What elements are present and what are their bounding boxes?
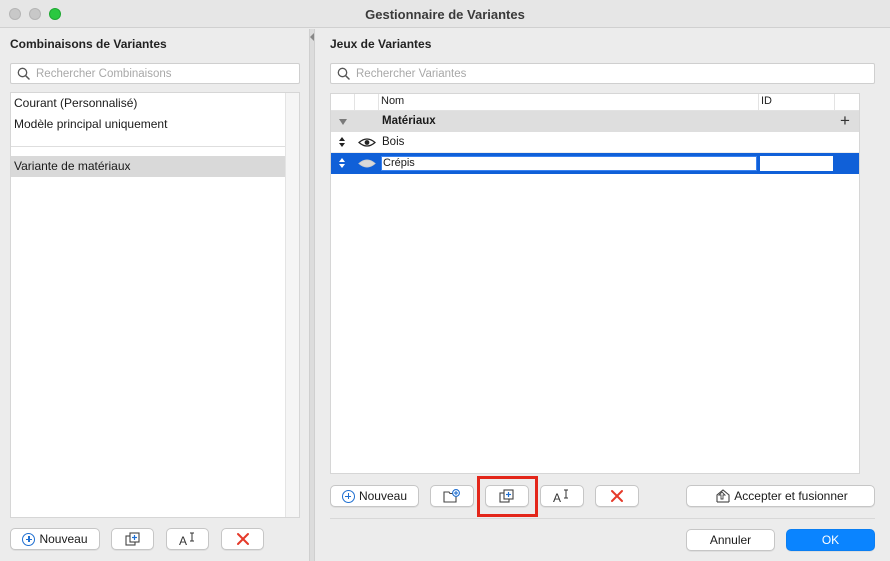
collapse-arrow-icon[interactable] — [310, 33, 314, 41]
delete-variant-button[interactable] — [595, 485, 639, 507]
rename-variant-button[interactable]: A — [540, 485, 584, 507]
eye-icon[interactable] — [358, 137, 376, 148]
eye-hidden-icon[interactable] — [358, 158, 376, 169]
plus-circle-icon — [341, 489, 355, 503]
accept-merge-label: Accepter et fusionner — [734, 489, 848, 503]
svg-text:A: A — [179, 534, 187, 547]
delete-combination-button[interactable] — [221, 528, 264, 550]
column-divider — [758, 94, 759, 110]
variant-sets-table: Nom ID Matériaux + Bois Crépis — [330, 93, 860, 474]
highlight-box — [477, 476, 538, 517]
ok-label: OK — [821, 533, 840, 547]
cancel-label: Annuler — [709, 533, 752, 547]
footer-divider — [330, 518, 875, 519]
window-title: Gestionnaire de Variantes — [365, 7, 525, 22]
combinations-title: Combinaisons de Variantes — [10, 37, 167, 51]
combinations-list: Courant (Personnalisé) Modèle principal … — [10, 92, 300, 518]
group-label: Matériaux — [382, 115, 436, 127]
variant-name-edit-field[interactable]: Crépis — [381, 156, 757, 171]
column-header-name[interactable]: Nom — [381, 95, 404, 107]
variant-sets-title: Jeux de Variantes — [330, 37, 432, 51]
variant-row-crepis[interactable]: Crépis — [331, 153, 859, 174]
duplicate-icon — [124, 531, 140, 546]
group-row-materials[interactable]: Matériaux + — [331, 111, 859, 132]
search-icon — [17, 67, 30, 80]
table-header: Nom ID — [331, 94, 859, 111]
rename-icon: A — [179, 532, 194, 547]
combinations-search-input[interactable] — [36, 66, 295, 81]
new-variant-label: Nouveau — [358, 489, 408, 503]
add-variant-icon[interactable]: + — [840, 112, 850, 129]
plus-circle-icon — [22, 532, 36, 546]
variant-sets-search[interactable] — [330, 63, 875, 84]
new-combination-label: Nouveau — [39, 532, 88, 546]
sort-arrows-icon[interactable] — [338, 136, 346, 148]
rename-combination-button[interactable]: A — [166, 528, 209, 550]
sort-arrows-icon[interactable] — [338, 157, 346, 169]
variant-label: Bois — [382, 136, 405, 148]
list-divider — [11, 146, 287, 147]
column-header-id[interactable]: ID — [761, 95, 772, 107]
accept-merge-button[interactable]: Accepter et fusionner — [686, 485, 875, 507]
column-divider — [834, 94, 835, 110]
delete-icon — [611, 490, 623, 502]
variant-row-bois[interactable]: Bois — [331, 132, 859, 153]
combination-item-current[interactable]: Courant (Personnalisé) — [11, 93, 287, 114]
combinations-scrollbar[interactable] — [285, 93, 299, 517]
combination-item-materials[interactable]: Variante de matériaux — [11, 156, 287, 177]
variant-id-edit-field[interactable] — [760, 156, 833, 171]
new-combination-button[interactable]: Nouveau — [10, 528, 100, 550]
disclosure-triangle-icon[interactable] — [339, 119, 347, 125]
column-divider — [354, 94, 355, 110]
title-bar: Gestionnaire de Variantes — [0, 0, 890, 28]
search-icon — [337, 67, 350, 80]
new-folder-icon — [443, 488, 460, 503]
new-variant-button[interactable]: Nouveau — [330, 485, 419, 507]
cancel-button[interactable]: Annuler — [686, 529, 775, 551]
svg-text:A: A — [553, 491, 561, 504]
rename-icon: A — [553, 489, 568, 504]
combination-item-main-model[interactable]: Modèle principal uniquement — [11, 114, 287, 135]
ok-button[interactable]: OK — [786, 529, 875, 551]
column-divider — [378, 94, 379, 110]
duplicate-combination-button[interactable] — [111, 528, 154, 550]
variant-sets-search-input[interactable] — [356, 66, 870, 81]
new-set-button[interactable] — [430, 485, 474, 507]
delete-icon — [236, 533, 249, 545]
combinations-search[interactable] — [10, 63, 300, 84]
merge-icon — [716, 488, 730, 503]
